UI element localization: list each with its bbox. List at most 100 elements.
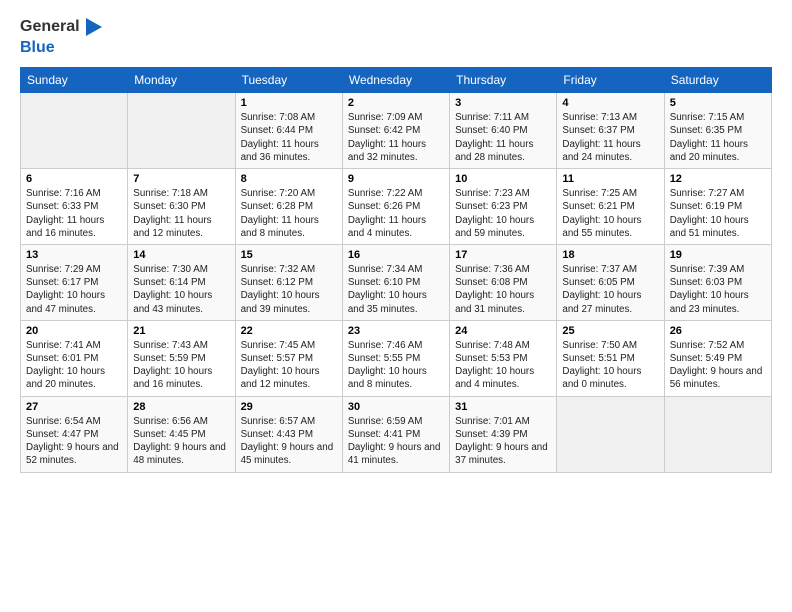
day-number: 2 — [348, 97, 444, 109]
day-info: Sunrise: 7:08 AM Sunset: 6:44 PM Dayligh… — [241, 111, 337, 164]
day-number: 10 — [455, 173, 551, 185]
day-number: 13 — [26, 249, 122, 261]
calendar-cell: 18 Sunrise: 7:37 AM Sunset: 6:05 PM Dayli… — [557, 244, 664, 320]
day-info: Sunrise: 7:45 AM Sunset: 5:57 PM Dayligh… — [241, 339, 337, 392]
day-number: 23 — [348, 325, 444, 337]
day-number: 3 — [455, 97, 551, 109]
day-info: Sunrise: 7:29 AM Sunset: 6:17 PM Dayligh… — [26, 263, 122, 316]
day-info: Sunrise: 7:27 AM Sunset: 6:19 PM Dayligh… — [670, 187, 766, 240]
calendar-cell: 9 Sunrise: 7:22 AM Sunset: 6:26 PM Daylig… — [342, 169, 449, 245]
day-info: Sunrise: 6:54 AM Sunset: 4:47 PM Dayligh… — [26, 415, 122, 468]
day-number: 1 — [241, 97, 337, 109]
day-number: 19 — [670, 249, 766, 261]
calendar-cell — [128, 93, 235, 169]
calendar-header-monday: Monday — [128, 68, 235, 93]
day-info: Sunrise: 7:39 AM Sunset: 6:03 PM Dayligh… — [670, 263, 766, 316]
calendar-cell: 29 Sunrise: 6:57 AM Sunset: 4:43 PM Dayli… — [235, 396, 342, 472]
day-number: 4 — [562, 97, 658, 109]
calendar-cell: 7 Sunrise: 7:18 AM Sunset: 6:30 PM Daylig… — [128, 169, 235, 245]
day-info: Sunrise: 7:30 AM Sunset: 6:14 PM Dayligh… — [133, 263, 229, 316]
day-number: 26 — [670, 325, 766, 337]
calendar-week-4: 20 Sunrise: 7:41 AM Sunset: 6:01 PM Dayli… — [21, 320, 772, 396]
calendar-cell: 20 Sunrise: 7:41 AM Sunset: 6:01 PM Dayli… — [21, 320, 128, 396]
calendar-cell: 11 Sunrise: 7:25 AM Sunset: 6:21 PM Dayli… — [557, 169, 664, 245]
calendar-header-row: SundayMondayTuesdayWednesdayThursdayFrid… — [21, 68, 772, 93]
day-info: Sunrise: 6:56 AM Sunset: 4:45 PM Dayligh… — [133, 415, 229, 468]
logo-blue: Blue — [20, 38, 104, 57]
day-info: Sunrise: 7:50 AM Sunset: 5:51 PM Dayligh… — [562, 339, 658, 392]
calendar-cell: 4 Sunrise: 7:13 AM Sunset: 6:37 PM Daylig… — [557, 93, 664, 169]
day-info: Sunrise: 7:46 AM Sunset: 5:55 PM Dayligh… — [348, 339, 444, 392]
day-number: 11 — [562, 173, 658, 185]
day-info: Sunrise: 7:01 AM Sunset: 4:39 PM Dayligh… — [455, 415, 551, 468]
day-info: Sunrise: 7:16 AM Sunset: 6:33 PM Dayligh… — [26, 187, 122, 240]
logo-text: General Blue — [20, 16, 104, 57]
day-number: 8 — [241, 173, 337, 185]
calendar-cell: 5Sunrise: 7:15 AM Sunset: 6:35 PM Daylig… — [664, 93, 771, 169]
calendar-cell: 8Sunrise: 7:20 AM Sunset: 6:28 PM Daylig… — [235, 169, 342, 245]
day-number: 14 — [133, 249, 229, 261]
day-info: Sunrise: 7:13 AM Sunset: 6:37 PM Dayligh… — [562, 111, 658, 164]
day-number: 25 — [562, 325, 658, 337]
day-number: 9 — [348, 173, 444, 185]
day-number: 21 — [133, 325, 229, 337]
day-number: 30 — [348, 401, 444, 413]
calendar-week-5: 27 Sunrise: 6:54 AM Sunset: 4:47 PM Dayli… — [21, 396, 772, 472]
calendar-cell: 15 Sunrise: 7:32 AM Sunset: 6:12 PM Dayli… — [235, 244, 342, 320]
calendar-cell — [557, 396, 664, 472]
calendar-cell: 12 Sunrise: 7:27 AM Sunset: 6:19 PM Dayli… — [664, 169, 771, 245]
day-number: 20 — [26, 325, 122, 337]
calendar-header-saturday: Saturday — [664, 68, 771, 93]
day-info: Sunrise: 7:23 AM Sunset: 6:23 PM Dayligh… — [455, 187, 551, 240]
calendar-cell: 16Sunrise: 7:34 AM Sunset: 6:10 PM Dayli… — [342, 244, 449, 320]
calendar-cell: 2Sunrise: 7:09 AM Sunset: 6:42 PM Daylig… — [342, 93, 449, 169]
calendar-week-3: 13 Sunrise: 7:29 AM Sunset: 6:17 PM Dayli… — [21, 244, 772, 320]
day-number: 28 — [133, 401, 229, 413]
calendar-cell: 17Sunrise: 7:36 AM Sunset: 6:08 PM Dayli… — [450, 244, 557, 320]
calendar-cell: 31 Sunrise: 7:01 AM Sunset: 4:39 PM Dayli… — [450, 396, 557, 472]
calendar-header-friday: Friday — [557, 68, 664, 93]
calendar-header-thursday: Thursday — [450, 68, 557, 93]
day-number: 29 — [241, 401, 337, 413]
day-number: 18 — [562, 249, 658, 261]
day-info: Sunrise: 7:34 AM Sunset: 6:10 PM Dayligh… — [348, 263, 444, 316]
calendar-cell: 1 Sunrise: 7:08 AM Sunset: 6:44 PM Daylig… — [235, 93, 342, 169]
calendar-cell: 21 Sunrise: 7:43 AM Sunset: 5:59 PM Dayli… — [128, 320, 235, 396]
day-number: 12 — [670, 173, 766, 185]
day-info: Sunrise: 7:43 AM Sunset: 5:59 PM Dayligh… — [133, 339, 229, 392]
calendar-week-1: 1 Sunrise: 7:08 AM Sunset: 6:44 PM Daylig… — [21, 93, 772, 169]
logo-triangle-icon — [82, 16, 104, 38]
day-number: 31 — [455, 401, 551, 413]
day-info: Sunrise: 7:22 AM Sunset: 6:26 PM Dayligh… — [348, 187, 444, 240]
calendar-cell — [664, 396, 771, 472]
day-info: Sunrise: 7:18 AM Sunset: 6:30 PM Dayligh… — [133, 187, 229, 240]
calendar-cell: 30 Sunrise: 6:59 AM Sunset: 4:41 PM Dayli… — [342, 396, 449, 472]
calendar-cell: 25 Sunrise: 7:50 AM Sunset: 5:51 PM Dayli… — [557, 320, 664, 396]
day-number: 17 — [455, 249, 551, 261]
calendar-cell: 23 Sunrise: 7:46 AM Sunset: 5:55 PM Dayli… — [342, 320, 449, 396]
calendar-cell: 27 Sunrise: 6:54 AM Sunset: 4:47 PM Dayli… — [21, 396, 128, 472]
day-info: Sunrise: 7:48 AM Sunset: 5:53 PM Dayligh… — [455, 339, 551, 392]
calendar-cell: 6Sunrise: 7:16 AM Sunset: 6:33 PM Daylig… — [21, 169, 128, 245]
calendar-cell — [21, 93, 128, 169]
day-info: Sunrise: 7:32 AM Sunset: 6:12 PM Dayligh… — [241, 263, 337, 316]
day-number: 15 — [241, 249, 337, 261]
calendar-header-sunday: Sunday — [21, 68, 128, 93]
day-number: 22 — [241, 325, 337, 337]
logo: General Blue — [20, 16, 104, 57]
calendar-cell: 10 Sunrise: 7:23 AM Sunset: 6:23 PM Dayli… — [450, 169, 557, 245]
day-info: Sunrise: 6:59 AM Sunset: 4:41 PM Dayligh… — [348, 415, 444, 468]
day-info: Sunrise: 6:57 AM Sunset: 4:43 PM Dayligh… — [241, 415, 337, 468]
day-number: 27 — [26, 401, 122, 413]
calendar-header-tuesday: Tuesday — [235, 68, 342, 93]
calendar-cell: 14 Sunrise: 7:30 AM Sunset: 6:14 PM Dayli… — [128, 244, 235, 320]
day-number: 7 — [133, 173, 229, 185]
day-info: Sunrise: 7:11 AM Sunset: 6:40 PM Dayligh… — [455, 111, 551, 164]
day-info: Sunrise: 7:41 AM Sunset: 6:01 PM Dayligh… — [26, 339, 122, 392]
day-info: Sunrise: 7:25 AM Sunset: 6:21 PM Dayligh… — [562, 187, 658, 240]
day-info: Sunrise: 7:15 AM Sunset: 6:35 PM Dayligh… — [670, 111, 766, 164]
calendar-cell: 19 Sunrise: 7:39 AM Sunset: 6:03 PM Dayli… — [664, 244, 771, 320]
day-info: Sunrise: 7:37 AM Sunset: 6:05 PM Dayligh… — [562, 263, 658, 316]
calendar-cell: 3 Sunrise: 7:11 AM Sunset: 6:40 PM Daylig… — [450, 93, 557, 169]
day-info: Sunrise: 7:52 AM Sunset: 5:49 PM Dayligh… — [670, 339, 766, 392]
